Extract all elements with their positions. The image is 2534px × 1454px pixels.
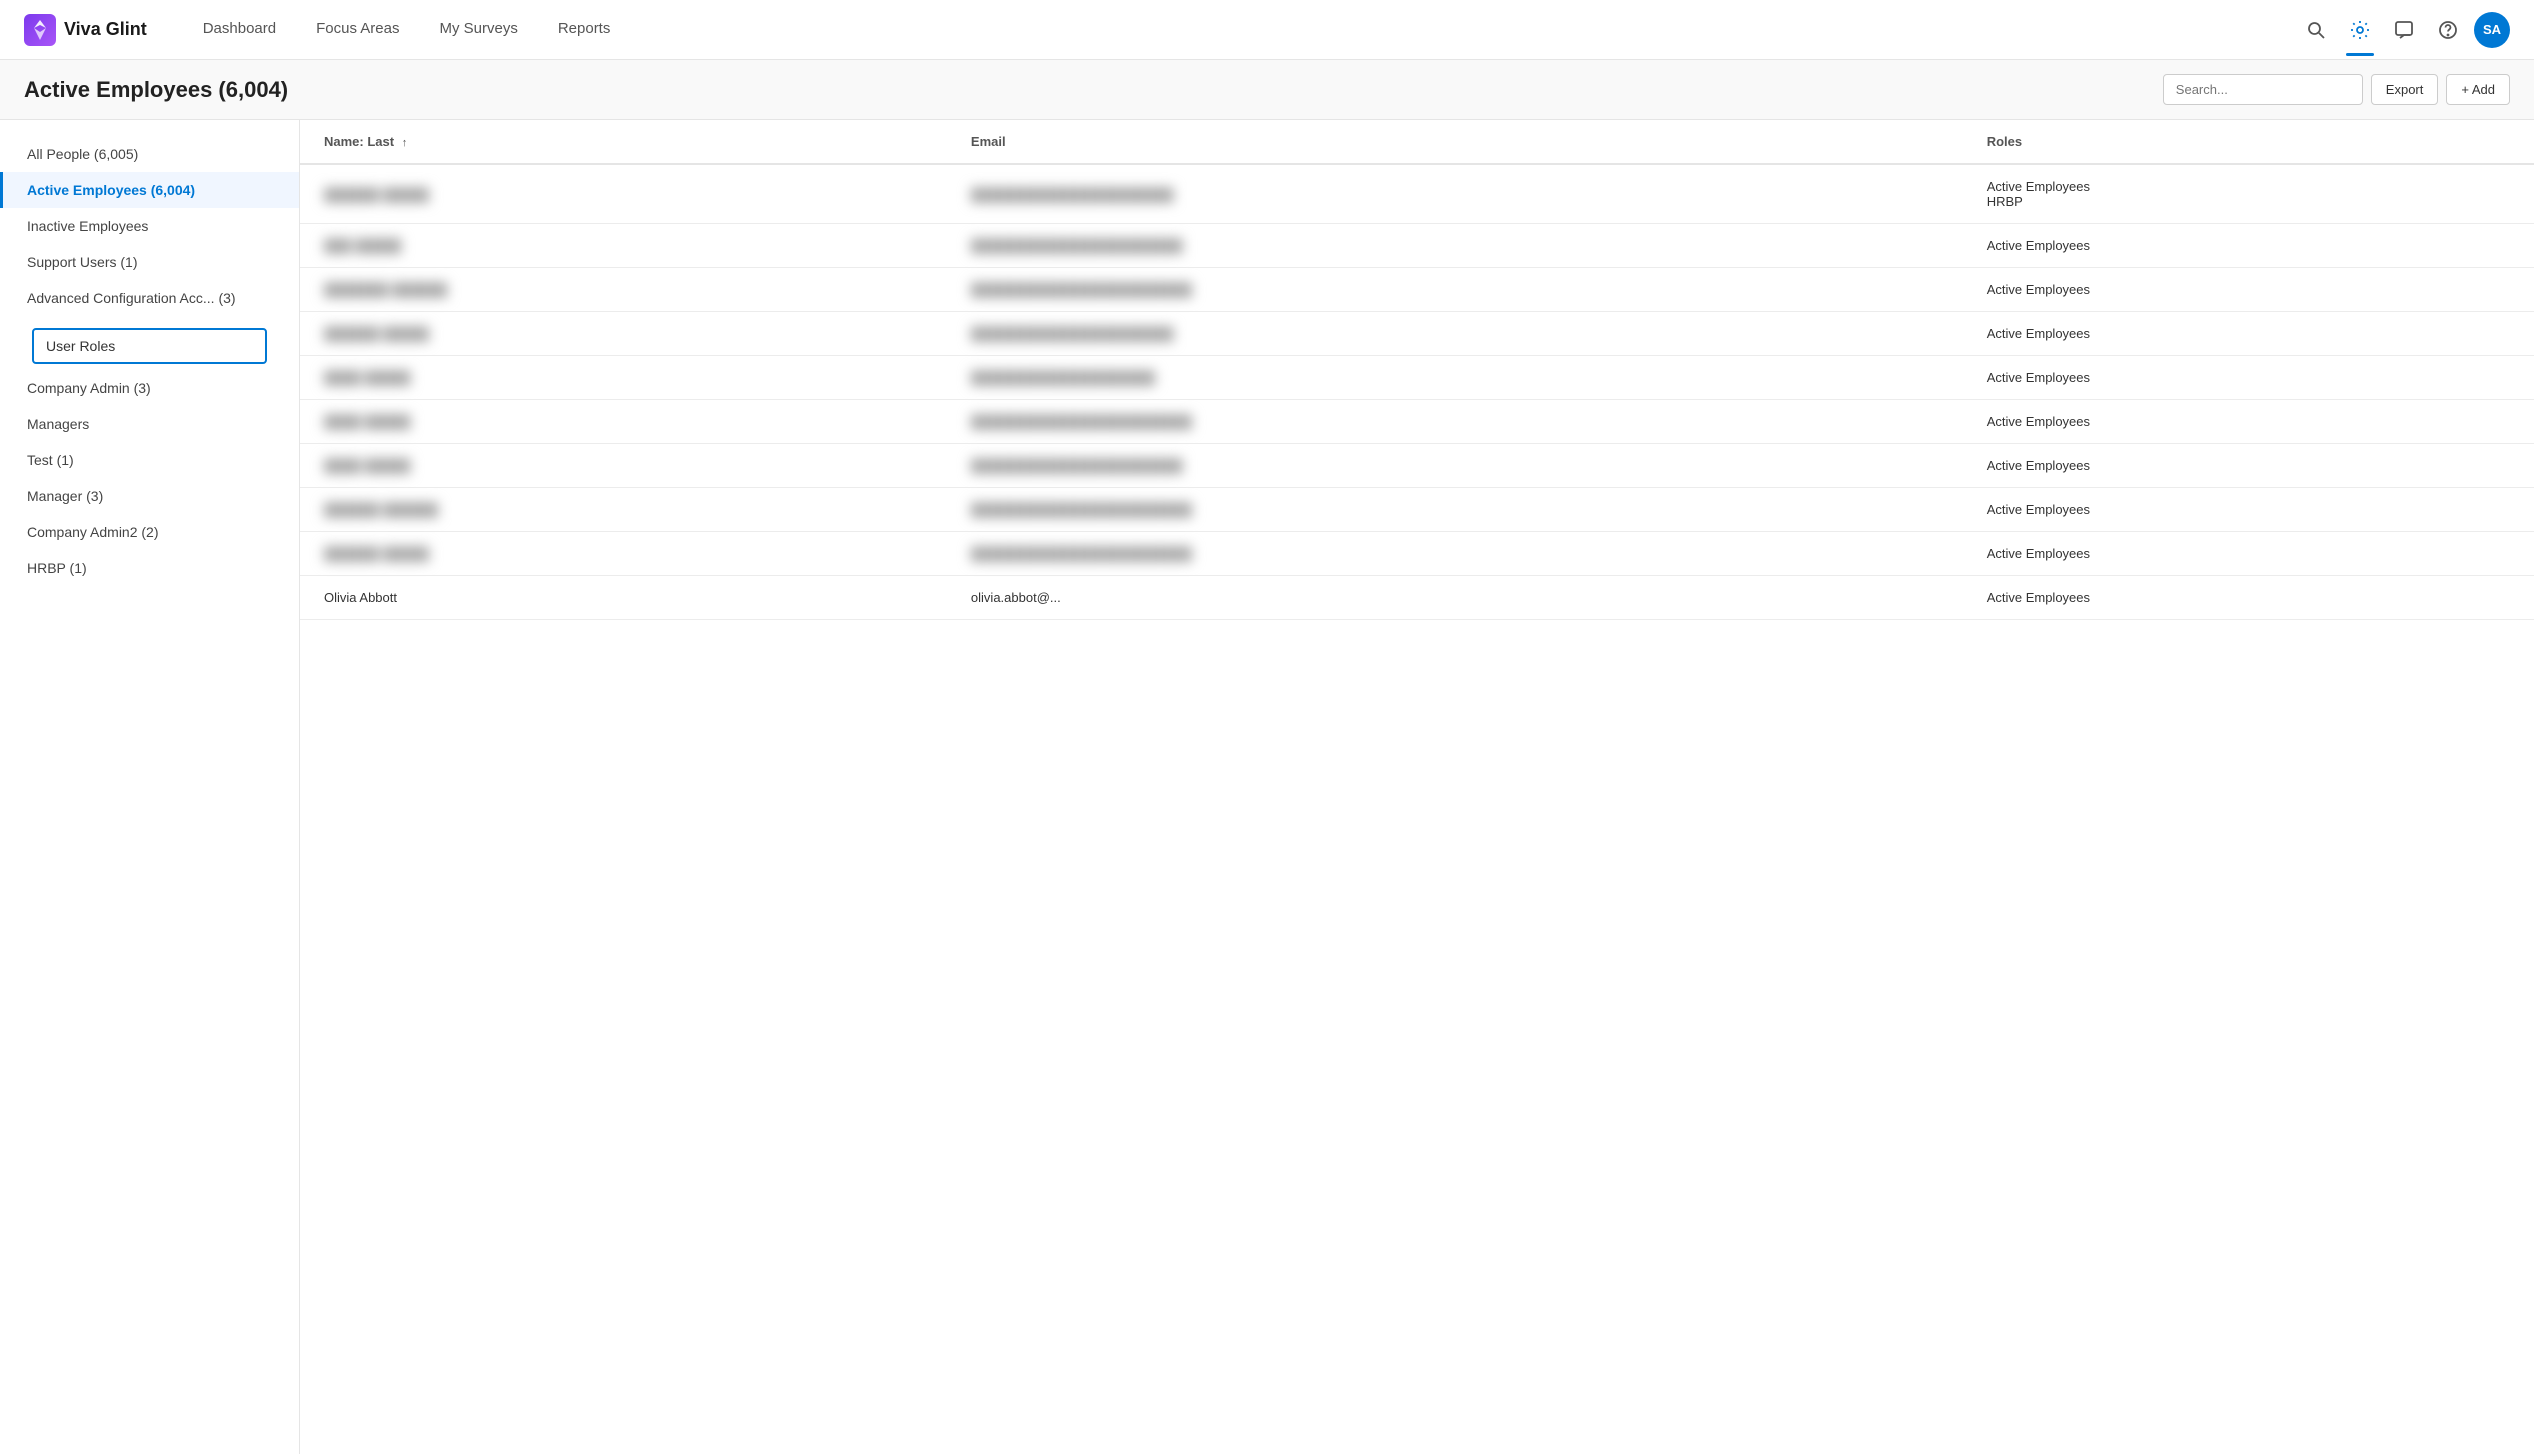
cell-name: ███████ ██████ — [300, 268, 947, 312]
table-row[interactable]: ████ ████████████████████████████Active … — [300, 444, 2534, 488]
cell-roles: Active Employees — [1963, 532, 2534, 576]
sidebar-item-manager[interactable]: Manager (3) — [0, 478, 299, 514]
user-roles-button[interactable]: User Roles — [32, 328, 267, 364]
app-logo[interactable]: Viva Glint — [24, 14, 147, 46]
cell-email: ████████████████████ — [947, 356, 1963, 400]
cell-email: ███████████████████████ — [947, 224, 1963, 268]
table-row[interactable]: ██████ ██████████████████████████████Act… — [300, 488, 2534, 532]
table-body: ██████ ███████████████████████████Active… — [300, 164, 2534, 620]
cell-name: ██████ █████ — [300, 532, 947, 576]
table-row[interactable]: ██████ ███████████████████████████Active… — [300, 312, 2534, 356]
header-actions: Export + Add — [2163, 74, 2510, 105]
table-row[interactable]: ██████ ███████████████████████████Active… — [300, 164, 2534, 224]
cell-roles: Active Employees — [1963, 356, 2534, 400]
help-button[interactable] — [2430, 12, 2466, 48]
col-email[interactable]: Email — [947, 120, 1963, 164]
search-input[interactable] — [2163, 74, 2363, 105]
app-name: Viva Glint — [64, 19, 147, 40]
sidebar-item-managers[interactable]: Managers — [0, 406, 299, 442]
col-name[interactable]: Name: Last ↑ — [300, 120, 947, 164]
nav-my-surveys[interactable]: My Surveys — [423, 12, 533, 47]
nav-links: Dashboard Focus Areas My Surveys Reports — [187, 12, 2298, 47]
table-row[interactable]: Olivia Abbottolivia.abbot@...Active Empl… — [300, 576, 2534, 620]
cell-email: ████████████████████████ — [947, 268, 1963, 312]
sidebar-item-company-admin[interactable]: Company Admin (3) — [0, 370, 299, 406]
cell-roles: Active EmployeesHRBP — [1963, 164, 2534, 224]
cell-name: Olivia Abbott — [300, 576, 947, 620]
page-header: Active Employees (6,004) Export + Add — [0, 60, 2534, 120]
sidebar-item-test[interactable]: Test (1) — [0, 442, 299, 478]
sidebar-item-support-users[interactable]: Support Users (1) — [0, 244, 299, 280]
sidebar-item-inactive-employees[interactable]: Inactive Employees — [0, 208, 299, 244]
sidebar-item-company-admin2[interactable]: Company Admin2 (2) — [0, 514, 299, 550]
main-layout: All People (6,005) Active Employees (6,0… — [0, 120, 2534, 1454]
cell-name: ████ █████ — [300, 444, 947, 488]
cell-email: ████████████████████████ — [947, 488, 1963, 532]
cell-name: ██████ █████ — [300, 164, 947, 224]
search-icon — [2306, 20, 2326, 40]
cell-email: ██████████████████████ — [947, 164, 1963, 224]
cell-roles: Active Employees — [1963, 488, 2534, 532]
cell-email: ██████████████████████ — [947, 312, 1963, 356]
cell-name: ███ █████ — [300, 224, 947, 268]
cell-roles: Active Employees — [1963, 444, 2534, 488]
export-button[interactable]: Export — [2371, 74, 2439, 105]
cell-roles: Active Employees — [1963, 312, 2534, 356]
cell-email: olivia.abbot@... — [947, 576, 1963, 620]
table-row[interactable]: ███████ ██████████████████████████████Ac… — [300, 268, 2534, 312]
viva-glint-logo-icon — [24, 14, 56, 46]
sidebar-item-hrbp[interactable]: HRBP (1) — [0, 550, 299, 586]
sidebar: All People (6,005) Active Employees (6,0… — [0, 120, 300, 1454]
cell-email: ████████████████████████ — [947, 532, 1963, 576]
table-header-row: Name: Last ↑ Email Roles — [300, 120, 2534, 164]
sort-icon: ↑ — [402, 137, 408, 149]
cell-roles: Active Employees — [1963, 576, 2534, 620]
add-button[interactable]: + Add — [2446, 74, 2510, 105]
settings-button[interactable] — [2342, 12, 2378, 48]
page-title: Active Employees (6,004) — [24, 77, 288, 103]
sidebar-item-active-employees[interactable]: Active Employees (6,004) — [0, 172, 299, 208]
cell-roles: Active Employees — [1963, 400, 2534, 444]
main-content: Name: Last ↑ Email Roles ██████ ████████… — [300, 120, 2534, 1454]
table-row[interactable]: ████ █████████████████████████████Active… — [300, 400, 2534, 444]
help-icon — [2438, 20, 2458, 40]
nav-actions: SA — [2298, 12, 2510, 48]
cell-roles: Active Employees — [1963, 224, 2534, 268]
table-row[interactable]: ███ ████████████████████████████Active E… — [300, 224, 2534, 268]
top-navigation: Viva Glint Dashboard Focus Areas My Surv… — [0, 0, 2534, 60]
col-roles[interactable]: Roles — [1963, 120, 2534, 164]
cell-email: ████████████████████████ — [947, 400, 1963, 444]
table-row[interactable]: ██████ █████████████████████████████Acti… — [300, 532, 2534, 576]
employees-table: Name: Last ↑ Email Roles ██████ ████████… — [300, 120, 2534, 620]
table-row[interactable]: ████ █████████████████████████Active Emp… — [300, 356, 2534, 400]
cell-roles: Active Employees — [1963, 268, 2534, 312]
cell-name: ████ █████ — [300, 356, 947, 400]
nav-dashboard[interactable]: Dashboard — [187, 12, 292, 47]
user-avatar[interactable]: SA — [2474, 12, 2510, 48]
nav-reports[interactable]: Reports — [542, 12, 627, 47]
col-name-label: Name: Last — [324, 134, 394, 149]
chat-icon — [2394, 20, 2414, 40]
sidebar-item-all-people[interactable]: All People (6,005) — [0, 136, 299, 172]
cell-name: ██████ █████ — [300, 312, 947, 356]
cell-name: ████ █████ — [300, 400, 947, 444]
cell-name: ██████ ██████ — [300, 488, 947, 532]
nav-focus-areas[interactable]: Focus Areas — [300, 12, 415, 47]
search-button[interactable] — [2298, 12, 2334, 48]
cell-email: ███████████████████████ — [947, 444, 1963, 488]
messages-button[interactable] — [2386, 12, 2422, 48]
gear-icon — [2349, 19, 2371, 41]
sidebar-item-advanced-config[interactable]: Advanced Configuration Acc... (3) — [0, 280, 299, 316]
